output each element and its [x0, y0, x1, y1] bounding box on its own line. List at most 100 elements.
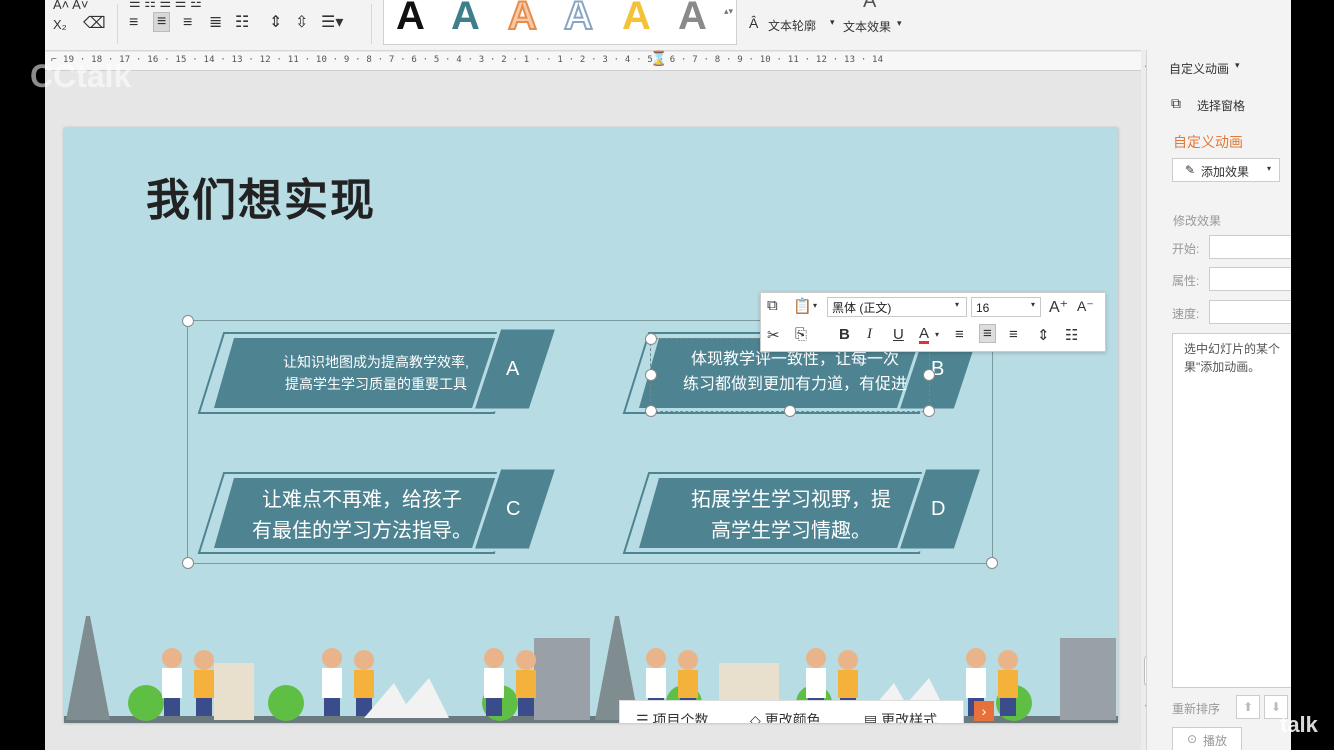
- select-pane-icon: ⧉: [1171, 95, 1181, 111]
- play-icon: ⊙: [1187, 732, 1198, 746]
- speed-select[interactable]: [1209, 300, 1291, 324]
- smartart-toolbar: ☰ 项目个数 ◇ 更改颜色 ▤ 更改样式: [619, 700, 964, 723]
- reorder-label: 重新排序: [1172, 702, 1221, 716]
- gallery-more-icon[interactable]: ▴▾: [724, 6, 733, 17]
- text-handle[interactable]: [923, 405, 935, 417]
- property-label: 属性:: [1172, 274, 1200, 288]
- italic-button[interactable]: I: [867, 326, 872, 343]
- subscript-icon[interactable]: X₂: [53, 16, 67, 34]
- align-center-icon[interactable]: ≡: [979, 324, 996, 343]
- format-painter-icon[interactable]: ⎘: [795, 326, 807, 343]
- start-label: 开始:: [1172, 242, 1200, 256]
- play-button[interactable]: ⊙ 播放: [1172, 727, 1242, 750]
- text-handle[interactable]: [923, 369, 935, 381]
- change-color-button[interactable]: ◇ 更改颜色: [750, 710, 821, 723]
- paragraph-spacing-icon[interactable]: ⇳: [295, 14, 308, 32]
- text-effect-button[interactable]: 文本效果: [843, 18, 891, 35]
- pane-header-dropdown-icon[interactable]: ▾: [1235, 60, 1240, 71]
- distribute-icon[interactable]: ☷: [235, 14, 249, 32]
- wordart-style-orange-outline[interactable]: A: [507, 0, 538, 39]
- underline-button[interactable]: U: [893, 326, 904, 343]
- wordart-style-blue-outline[interactable]: A: [563, 0, 594, 39]
- wordart-style-gray[interactable]: A: [678, 0, 707, 38]
- pane-header[interactable]: 自定义动画: [1169, 60, 1229, 77]
- align-left-icon[interactable]: ≡: [955, 326, 964, 343]
- indent-marker-icon[interactable]: ⌛: [650, 50, 667, 67]
- property-select[interactable]: [1209, 267, 1291, 291]
- smartbar-expand-button[interactable]: ›: [974, 701, 994, 721]
- align-left-icon[interactable]: ≡: [129, 14, 138, 32]
- wordart-style-teal[interactable]: A: [451, 0, 480, 38]
- card-d-line2: 高学生学习情趣。: [711, 520, 871, 542]
- wordart-gallery: A A A A A A ▴▾: [383, 0, 737, 45]
- paste-icon[interactable]: 📋: [793, 297, 812, 315]
- pencil-icon: ✎: [1185, 163, 1196, 177]
- text-outline-button[interactable]: 文本轮廓: [768, 17, 816, 34]
- text-outline-icon[interactable]: Â: [749, 14, 758, 32]
- text-handle[interactable]: [645, 333, 657, 345]
- arch-left: [214, 663, 254, 720]
- shrink-font-button[interactable]: A⁻: [1077, 298, 1094, 315]
- font-name-select[interactable]: 黑体 (正文): [827, 297, 967, 317]
- cathedral-right: [1060, 638, 1116, 720]
- justify-icon[interactable]: ≣: [209, 14, 222, 32]
- card-a-line2: 提高学生学习质量的重要工具: [285, 375, 467, 392]
- align-right-icon[interactable]: ≡: [183, 14, 192, 32]
- slide-canvas[interactable]: 我们想实现 让知识地图成为提高教学效率, 提高学生学习质量的重要工具 A 体现教…: [64, 128, 1118, 723]
- eraser-icon[interactable]: ⌫: [83, 15, 106, 33]
- wordart-style-black[interactable]: A: [396, 0, 425, 38]
- cctalk-corner-watermark: talk: [1280, 712, 1318, 737]
- eiffel-tower-left: [66, 616, 110, 720]
- text-handle[interactable]: [784, 405, 796, 417]
- cathedral-left: [534, 638, 590, 720]
- select-pane-button[interactable]: 选择窗格: [1197, 97, 1245, 114]
- paint-bucket-icon: ◇: [750, 712, 761, 723]
- animation-list[interactable]: 选中幻灯片的某个 果"添加动画。: [1172, 333, 1291, 688]
- bullet-list-icon[interactable]: ☰▾: [321, 14, 343, 32]
- hint-line1: 选中幻灯片的某个: [1184, 342, 1281, 356]
- card-c-text[interactable]: 让难点不再难，给孩子 有最佳的学习方法指导。: [242, 485, 482, 547]
- bold-button[interactable]: B: [839, 326, 850, 343]
- slide-workspace: 我们想实现 让知识地图成为提高教学效率, 提高学生学习质量的重要工具 A 体现教…: [45, 71, 1141, 750]
- card-c-letter: C: [506, 498, 521, 520]
- card-a-line1: 让知识地图成为提高教学效率,: [283, 354, 469, 370]
- ribbon-toolbar: A˄ A˅ X₂ ⌫ ☰ ☷ ☰ ☱ ☲ ≡ ≡ ≡ ≣ ☷ ⇕ ⇳ ☰▾ A …: [45, 0, 1291, 51]
- style-icon: ▤: [864, 712, 878, 723]
- grow-font-button[interactable]: A⁺: [1049, 297, 1068, 317]
- copy-icon[interactable]: ⧉: [767, 297, 778, 314]
- change-style-button[interactable]: ▤ 更改样式: [864, 710, 937, 723]
- pane-section-title: 自定义动画: [1173, 134, 1243, 150]
- list-indent-icon[interactable]: ☷: [1065, 326, 1078, 344]
- card-c-line1: 让难点不再难，给孩子: [262, 489, 462, 511]
- card-c-line2: 有最佳的学习方法指导。: [252, 520, 472, 542]
- align-center-icon[interactable]: ≡: [153, 12, 171, 32]
- size-dropdown-icon[interactable]: ▾: [1031, 300, 1035, 309]
- speed-label: 速度:: [1172, 307, 1200, 321]
- font-dropdown-icon[interactable]: ▾: [955, 300, 959, 309]
- start-select[interactable]: [1209, 235, 1291, 259]
- text-effect-icon[interactable]: Ä: [863, 0, 876, 11]
- card-d-text[interactable]: 拓展学生学习视野，提 高学生学习情趣。: [666, 485, 916, 547]
- font-size-icon[interactable]: A˄ A˅: [53, 0, 88, 14]
- card-d-letter: D: [931, 498, 946, 520]
- text-handle[interactable]: [645, 405, 657, 417]
- item-count-button[interactable]: ☰ 项目个数: [636, 710, 708, 723]
- cctalk-watermark: CCtalk: [30, 58, 132, 94]
- wordart-style-yellow[interactable]: A: [622, 0, 651, 38]
- text-handle[interactable]: [645, 369, 657, 381]
- align-right-icon[interactable]: ≡: [1009, 326, 1018, 343]
- horizontal-ruler[interactable]: ⌐ 19 · 18 · 17 · 16 · 15 · 14 · 13 · 12 …: [45, 50, 1141, 71]
- list-icon[interactable]: ☰ ☷ ☰ ☱ ☲: [129, 0, 202, 12]
- card-a-letter: A: [506, 358, 520, 380]
- add-effect-button[interactable]: ✎ 添加效果 ▾: [1172, 158, 1280, 182]
- custom-animation-pane: 自定义动画 ▾ ⧉ 选择窗格 自定义动画 ✎ 添加效果 ▾ 修改效果 开始: 属…: [1146, 50, 1291, 750]
- move-up-button[interactable]: ⬆: [1236, 695, 1260, 719]
- cut-icon[interactable]: ✂: [767, 326, 780, 344]
- line-spacing-icon[interactable]: ⇕: [269, 14, 282, 32]
- font-color-button[interactable]: A: [919, 326, 930, 344]
- line-spacing-icon[interactable]: ⇕: [1037, 326, 1050, 344]
- card-a-text[interactable]: 让知识地图成为提高教学效率, 提高学生学习质量的重要工具: [256, 352, 496, 395]
- card-d-line1: 拓展学生学习视野，提: [691, 489, 891, 511]
- ruler-numbers: 19 · 18 · 17 · 16 · 15 · 14 · 13 · 12 · …: [63, 55, 884, 65]
- app-window: A˄ A˅ X₂ ⌫ ☰ ☷ ☰ ☱ ☲ ≡ ≡ ≡ ≣ ☷ ⇕ ⇳ ☰▾ A …: [45, 0, 1291, 750]
